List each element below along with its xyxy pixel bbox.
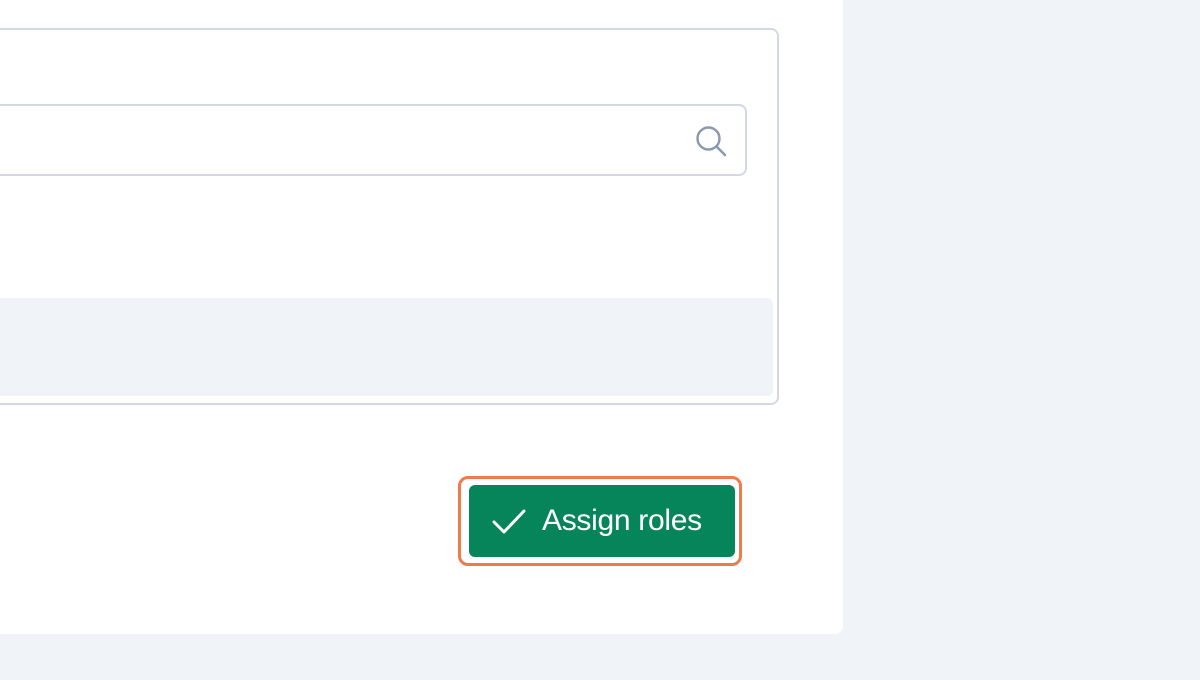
assign-roles-button[interactable]: Assign roles [469, 485, 735, 557]
role-list-item[interactable] [0, 298, 773, 396]
check-icon [492, 509, 526, 534]
search-input[interactable] [12, 106, 666, 176]
search-field[interactable] [0, 104, 747, 176]
assign-roles-label: Assign roles [542, 504, 702, 537]
search-icon[interactable] [694, 124, 728, 158]
